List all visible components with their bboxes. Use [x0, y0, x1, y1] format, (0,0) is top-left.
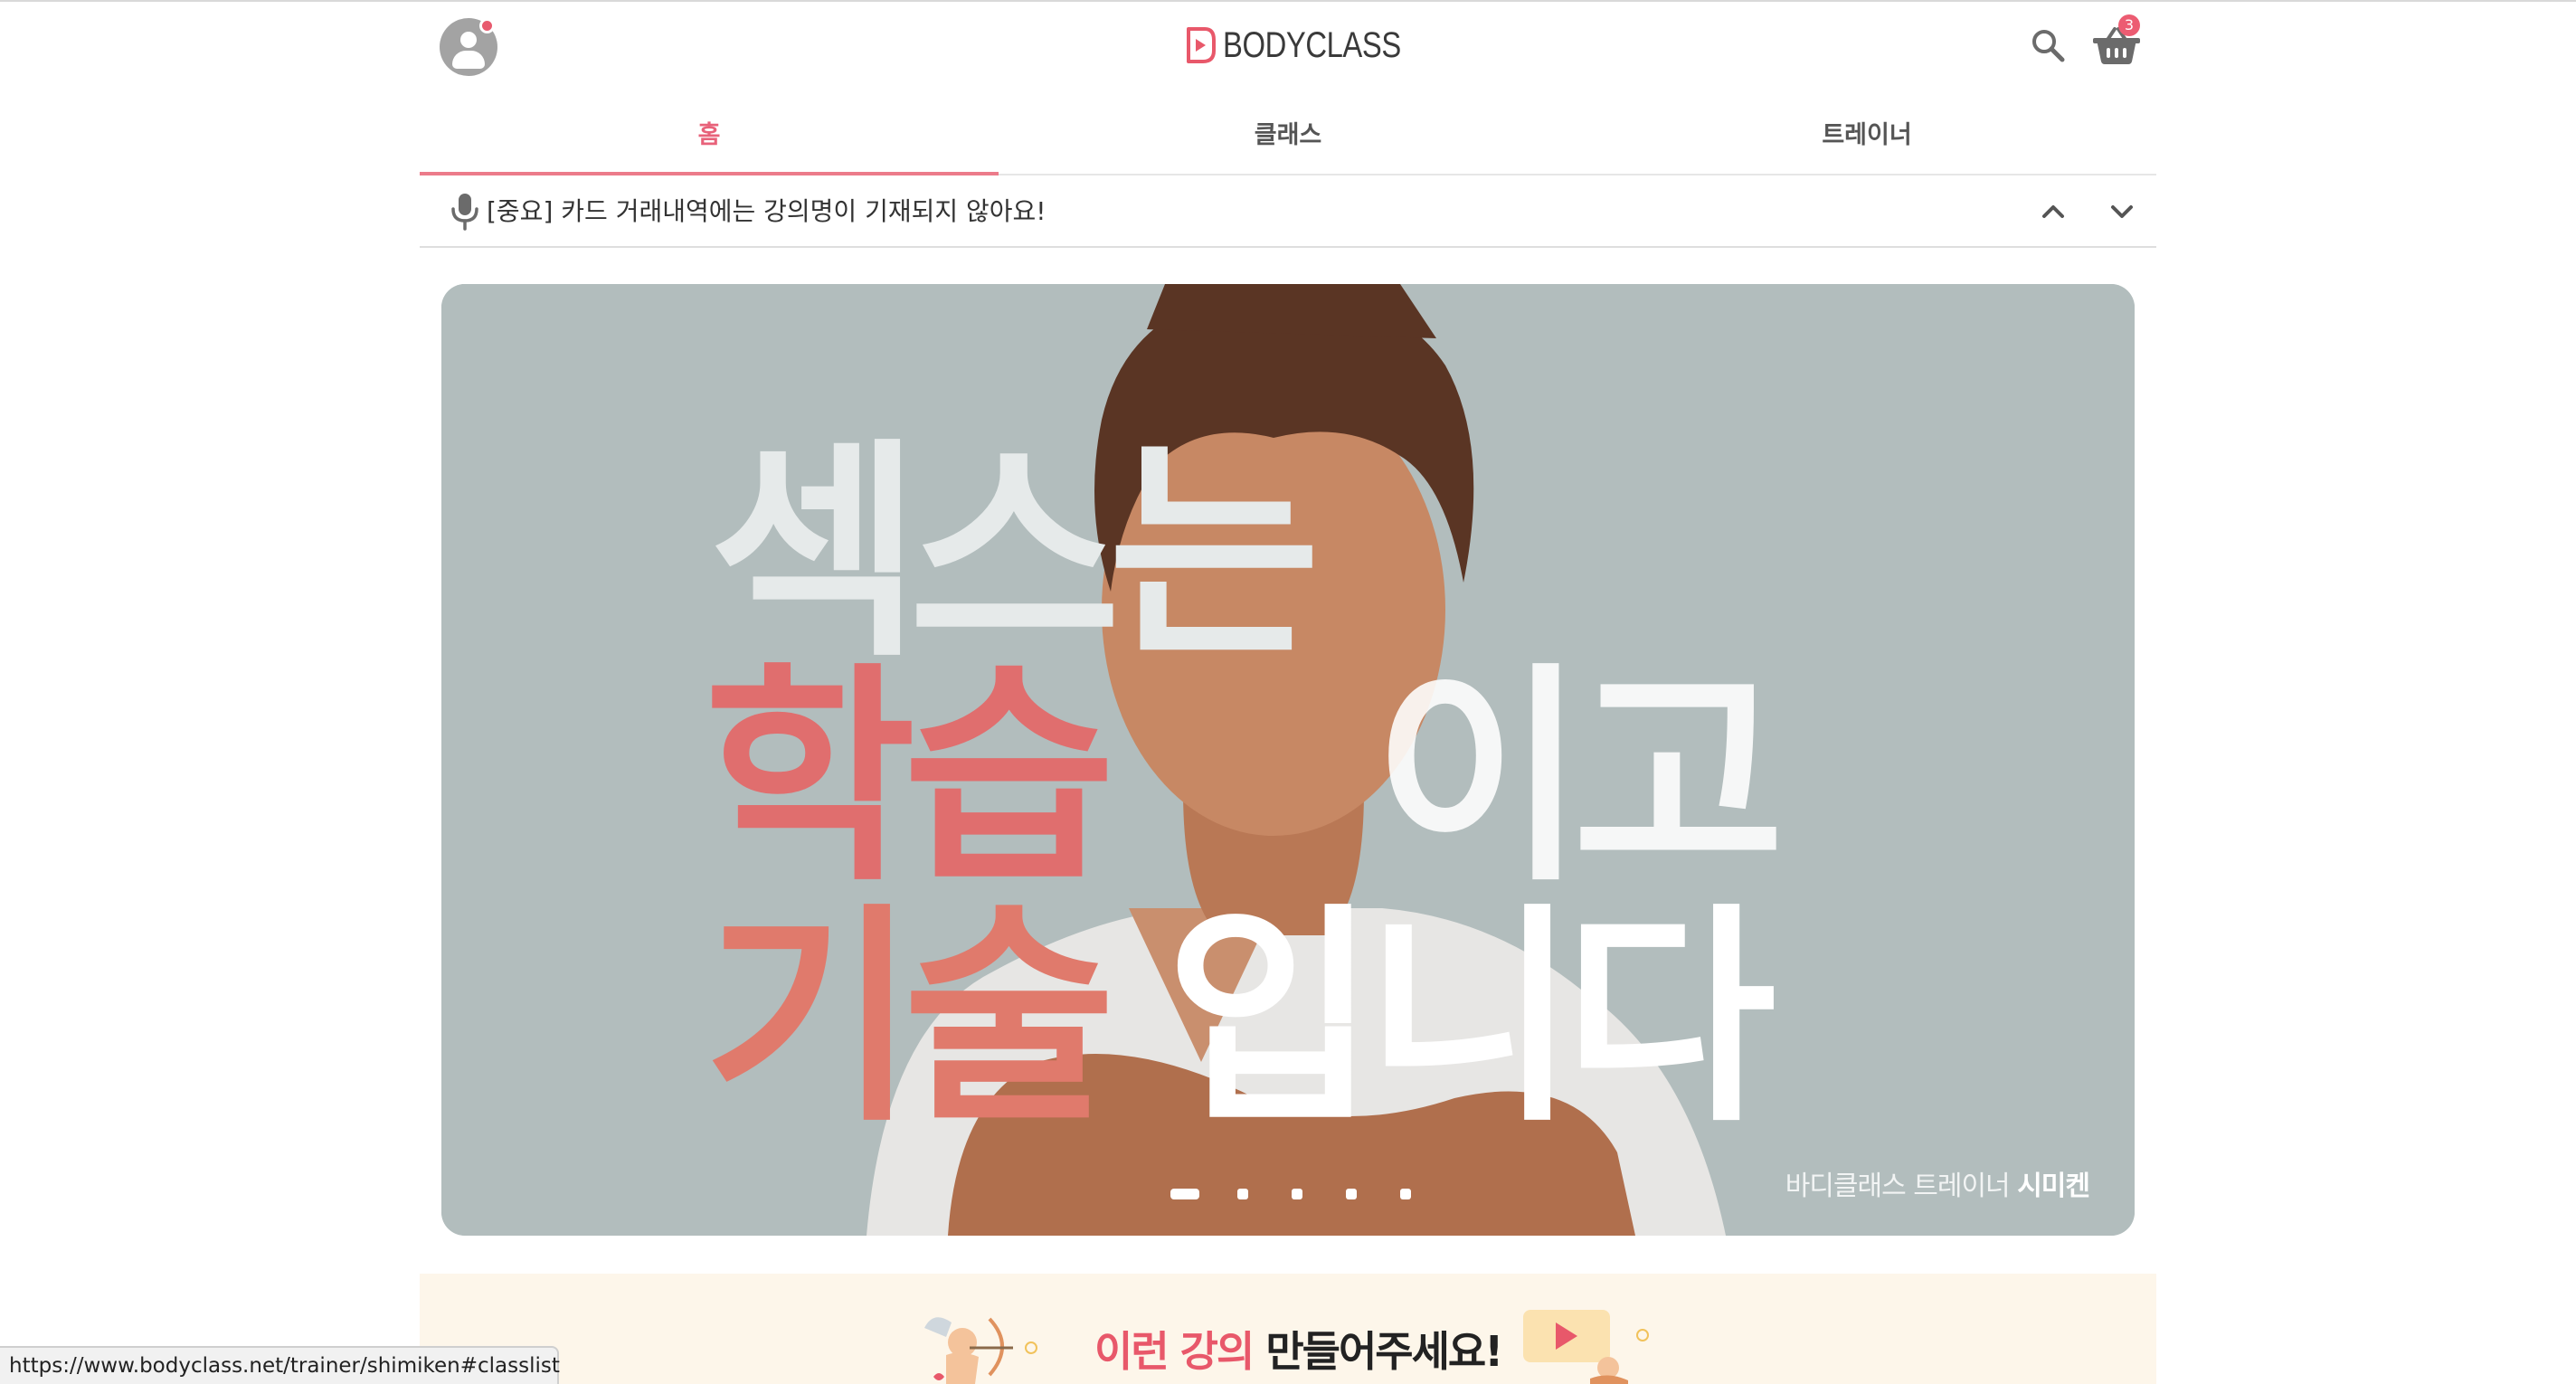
- tab-trainer[interactable]: 트레이너: [1577, 90, 2156, 174]
- notice-bar: [중요] 카드 거래내역에는 강의명이 기재되지 않아요!: [420, 175, 2156, 248]
- hero-banner[interactable]: 섹스는 학습 이고 기술 입니다 바디클래스 트레이너 시미켄: [441, 284, 2135, 1236]
- request-class-banner[interactable]: 이런 강의 만들어주세요!: [420, 1274, 2156, 1384]
- user-icon-head: [460, 32, 477, 48]
- user-icon-body: [452, 51, 485, 69]
- chevron-down-icon[interactable]: [2104, 194, 2140, 230]
- tab-class[interactable]: 클래스: [999, 90, 1577, 174]
- headline-line3-pink: 기술: [704, 885, 1108, 1153]
- banner-artwork: 섹스는 학습 이고 기술 입니다: [441, 284, 2135, 1236]
- logo-text: BODYCLASS: [1223, 24, 1401, 65]
- carousel-dot-1[interactable]: [1170, 1189, 1199, 1199]
- carousel-dot-2[interactable]: [1237, 1189, 1248, 1199]
- caption-prefix: 바디클래스 트레이너: [1785, 1171, 2011, 1202]
- mic-icon: [451, 194, 478, 231]
- headline-line2-pink: 학습: [704, 644, 1108, 913]
- status-bar-url: https://www.bodyclass.net/trainer/shimik…: [0, 1346, 560, 1384]
- banner-caption: 바디클래스 트레이너 시미켄: [1785, 1163, 2090, 1203]
- chevron-up-icon[interactable]: [2035, 194, 2071, 230]
- carousel-dot-5[interactable]: [1400, 1189, 1411, 1199]
- headline-line3-white: 입니다: [1165, 885, 1774, 1153]
- video-play-illustration: [1523, 1310, 1649, 1384]
- promo-text-highlight: 이런 강의: [1094, 1327, 1255, 1376]
- caption-name: 시미켄: [2017, 1171, 2090, 1202]
- carousel-dots: [1170, 1189, 1454, 1199]
- header: BODYCLASS 3: [420, 2, 2156, 89]
- notice-text[interactable]: [중요] 카드 거래내역에는 강의명이 기재되지 않아요!: [487, 195, 1046, 228]
- cart-count-badge: 3: [2118, 14, 2140, 36]
- carousel-dot-3[interactable]: [1292, 1189, 1302, 1199]
- promo-text-main: 만들어주세요!: [1265, 1327, 1503, 1376]
- promo-text: 이런 강의 만들어주세요!: [1094, 1319, 1503, 1379]
- logo-mark-icon: [1187, 27, 1216, 63]
- logo[interactable]: BODYCLASS: [1185, 24, 1440, 67]
- main-tabs: 홈 클래스 트레이너: [420, 90, 2156, 175]
- page-container: BODYCLASS 3 홈 클래스 트레이너 [중요] 카드 거래내역에는 강의…: [420, 0, 2156, 1384]
- search-icon[interactable]: [2028, 25, 2068, 65]
- notification-dot: [479, 18, 495, 33]
- tab-home[interactable]: 홈: [420, 90, 999, 175]
- cupid-illustration: [924, 1317, 1037, 1384]
- carousel-dot-4[interactable]: [1346, 1189, 1357, 1199]
- headline-line2-white: 이고: [1373, 644, 1777, 913]
